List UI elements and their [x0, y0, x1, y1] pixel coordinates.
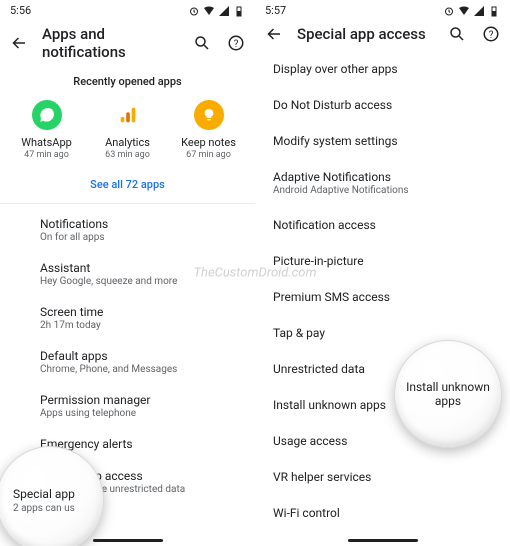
item-vr-helper-services[interactable]: VR helper services: [273, 459, 510, 495]
setting-permission-manager[interactable]: Permission managerApps using telephone: [40, 384, 255, 428]
status-bar: 5:56: [0, 0, 255, 19]
signal-icon: [473, 5, 485, 17]
setting-screen-time[interactable]: Screen time2h 17m today: [40, 296, 255, 340]
status-icons: [443, 5, 500, 17]
recent-app-analytics[interactable]: Analytics 63 min ago: [89, 100, 167, 160]
svg-text:?: ?: [489, 30, 494, 41]
clock: 5:57: [265, 4, 286, 17]
keep-icon: [194, 100, 224, 130]
page-title: Apps and notifications: [42, 25, 179, 61]
divider: [0, 203, 255, 204]
battery-icon: [233, 5, 245, 17]
item-notification-access[interactable]: Notification access: [273, 207, 510, 243]
signal-icon: [218, 5, 230, 17]
setting-default-apps[interactable]: Default appsChrome, Phone, and Messages: [40, 340, 255, 384]
recent-app-keep[interactable]: Keep notes 67 min ago: [170, 100, 248, 160]
help-icon[interactable]: ?: [482, 25, 500, 43]
svg-text:?: ?: [234, 39, 239, 50]
item-adaptive-notifications[interactable]: Adaptive NotificationsAndroid Adaptive N…: [273, 159, 510, 207]
recently-opened-label: Recently opened apps: [0, 75, 255, 88]
app-name: Keep notes: [181, 136, 236, 149]
item-picture-in-picture[interactable]: Picture-in-picture: [273, 243, 510, 279]
item-modify-system-settings[interactable]: Modify system settings: [273, 123, 510, 159]
wifi-icon: [458, 5, 470, 17]
clock: 5:56: [10, 4, 31, 17]
app-name: WhatsApp: [21, 136, 72, 149]
item-display-over-other-apps[interactable]: Display over other apps: [273, 51, 510, 87]
wifi-icon: [203, 5, 215, 17]
search-icon[interactable]: [448, 25, 466, 43]
setting-notifications[interactable]: NotificationsOn for all apps: [40, 208, 255, 252]
app-bar: Special app access ?: [255, 19, 510, 51]
see-all-apps-link[interactable]: See all 72 apps: [0, 178, 255, 191]
app-sub: 63 min ago: [105, 150, 150, 160]
app-sub: 67 min ago: [186, 150, 231, 160]
item-dnd-access[interactable]: Do Not Disturb access: [273, 87, 510, 123]
setting-assistant[interactable]: AssistantHey Google, squeeze and more: [40, 252, 255, 296]
page-title: Special app access: [297, 25, 434, 43]
magnifier-highlight: Install unknown apps: [394, 340, 502, 448]
nav-indicator: [348, 539, 418, 542]
app-name: Analytics: [105, 136, 150, 149]
search-icon[interactable]: [193, 34, 211, 52]
right-screenshot: 5:57 Special app access ? Display over o…: [255, 0, 510, 546]
recent-apps-row: WhatsApp 47 min ago Analytics 63 min ago…: [0, 100, 255, 160]
special-access-list: Display over other apps Do Not Disturb a…: [255, 51, 510, 531]
status-icons: [188, 5, 245, 17]
alarm-icon: [188, 5, 200, 17]
item-tap-and-pay[interactable]: Tap & pay: [273, 315, 510, 351]
whatsapp-icon: [32, 100, 62, 130]
status-bar: 5:57: [255, 0, 510, 19]
nav-indicator: [93, 539, 163, 542]
item-premium-sms[interactable]: Premium SMS access: [273, 279, 510, 315]
recent-app-whatsapp[interactable]: WhatsApp 47 min ago: [8, 100, 86, 160]
app-sub: 47 min ago: [24, 150, 69, 160]
alarm-icon: [443, 5, 455, 17]
app-bar: Apps and notifications ?: [0, 19, 255, 69]
item-wifi-control[interactable]: Wi-Fi control: [273, 495, 510, 531]
battery-icon: [488, 5, 500, 17]
help-icon[interactable]: ?: [227, 34, 245, 52]
left-screenshot: 5:56 Apps and notifications ? Recently o…: [0, 0, 255, 546]
back-icon[interactable]: [265, 25, 283, 43]
back-icon[interactable]: [10, 34, 28, 52]
analytics-icon: [113, 100, 143, 130]
